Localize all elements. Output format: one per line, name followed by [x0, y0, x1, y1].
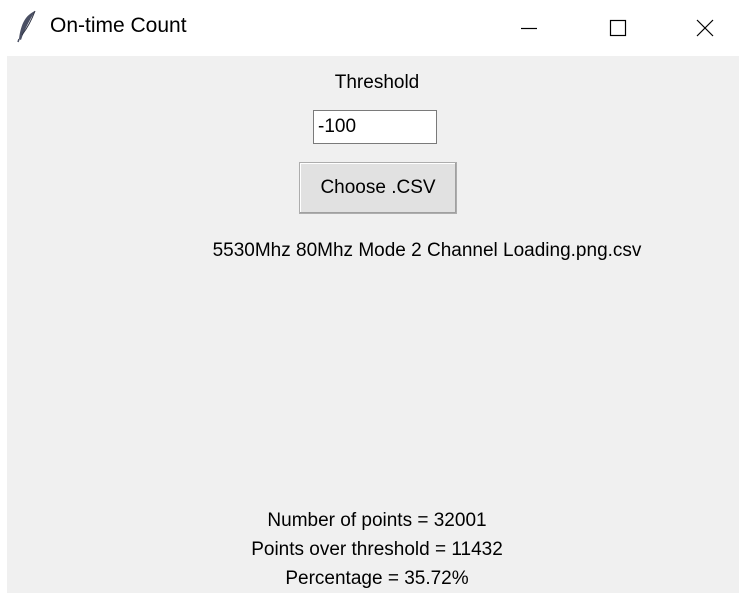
number-of-points: Number of points = 32001 [267, 510, 487, 531]
maximize-button[interactable] [578, 0, 658, 56]
results-panel: Number of points = 32001 Points over thr… [7, 506, 739, 593]
threshold-label: Threshold [334, 72, 420, 93]
choose-csv-button[interactable]: Choose .CSV [299, 162, 457, 214]
percentage: Percentage = 35.72% [285, 568, 469, 589]
title-bar[interactable]: On-time Count [0, 0, 739, 56]
window-title: On-time Count [50, 14, 187, 37]
app-window: On-time Count Threshold Choose .CSV 5530… [0, 0, 739, 593]
points-over-threshold: Points over threshold = 11432 [251, 539, 503, 560]
minimize-icon [519, 18, 539, 38]
close-button[interactable] [665, 0, 739, 56]
close-icon [695, 18, 715, 38]
maximize-icon [608, 18, 628, 38]
selected-file-label: 5530Mhz 80Mhz Mode 2 Channel Loading.png… [212, 240, 642, 261]
minimize-button[interactable] [489, 0, 569, 56]
feather-icon [16, 9, 38, 43]
threshold-input[interactable] [313, 110, 437, 144]
client-area: Threshold Choose .CSV 5530Mhz 80Mhz Mode… [7, 56, 739, 593]
